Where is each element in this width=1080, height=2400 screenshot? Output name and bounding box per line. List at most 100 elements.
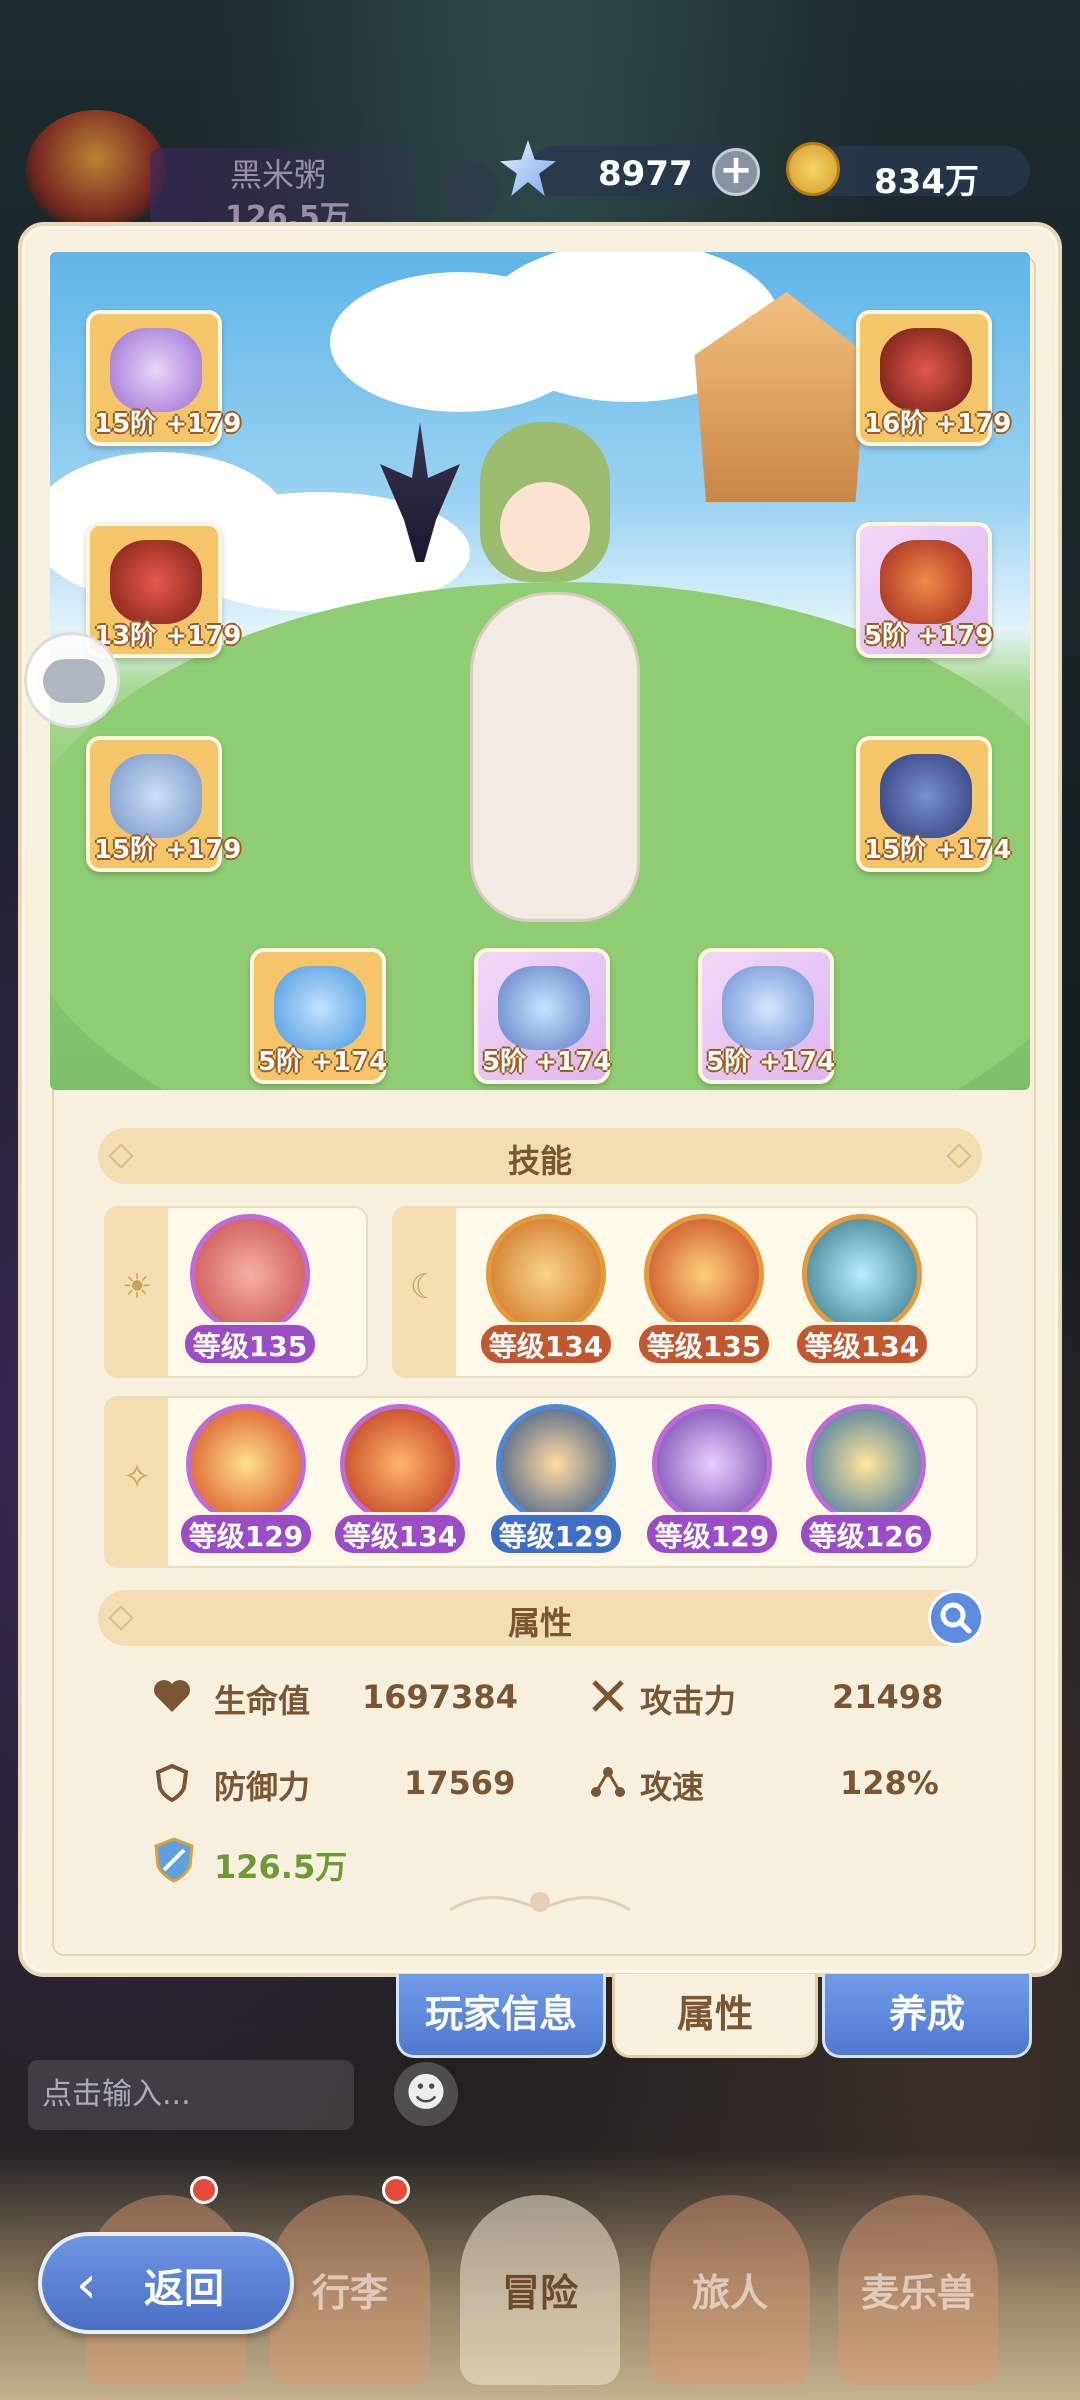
hp-label: 生命值 (214, 1682, 311, 1720)
equip-slot-amulet[interactable]: 5阶 +174 (698, 948, 836, 1084)
skill-level-badge: 等级126 (798, 1512, 934, 1556)
gloves-icon (880, 540, 972, 624)
tab-player-info[interactable]: 玩家信息 (396, 1974, 606, 2058)
speed-icon (591, 1767, 625, 1797)
skill-icon (486, 1214, 606, 1334)
sun-icon: ☀ (121, 1267, 153, 1307)
skills-header: 技能 (98, 1128, 982, 1184)
swords-icon (592, 1680, 624, 1712)
hp-value: 1697384 (362, 1678, 518, 1716)
heart-icon (154, 1680, 190, 1712)
group-tab: ☀ (106, 1208, 168, 1376)
skill-level-badge: 等级134 (478, 1322, 614, 1366)
equip-level: 5阶 +174 (706, 1047, 836, 1077)
character-body (470, 592, 640, 922)
equip-slot-belt[interactable]: 15阶 +179 (86, 736, 241, 872)
tab-cultivate[interactable]: 养成 (822, 1974, 1032, 2058)
equip-level: 15阶 +179 (94, 835, 242, 865)
power-shield-icon (154, 1837, 194, 1883)
skill-icon (340, 1404, 460, 1524)
spd-value: 128% (840, 1764, 939, 1802)
equip-slot-helmet[interactable]: 15阶 +179 (86, 310, 241, 446)
def-label: 防御力 (214, 1768, 311, 1806)
skill-group-passive: ☀ 等级135 (104, 1206, 368, 1378)
equip-slot-armor[interactable]: 13阶 +179 (86, 522, 241, 658)
ornament-icon (449, 1892, 631, 1912)
skill-slot[interactable]: 等级129 (488, 1404, 624, 1564)
skill-slot[interactable]: 等级134 (794, 1214, 930, 1374)
group-tab: ✧ (106, 1398, 168, 1566)
amulet-icon (722, 966, 814, 1050)
back-button[interactable]: ‹ 返回 (38, 2232, 294, 2334)
helmet-icon (110, 328, 202, 412)
skills-title: 技能 (507, 1142, 572, 1180)
notification-dot (382, 2176, 410, 2204)
attributes-header: 属性 (98, 1590, 982, 1646)
skill-level-badge: 等级134 (332, 1512, 468, 1556)
equip-slot-necklace[interactable]: 5阶 +174 (474, 948, 612, 1084)
character-face (500, 482, 590, 572)
attributes-title: 属性 (507, 1604, 572, 1642)
chat-icon (43, 659, 105, 703)
skill-group-ultimate: ✧ 等级129 等级134 等级129 等级129 等级126 (104, 1396, 978, 1568)
chat-input[interactable]: 点击输入... (28, 2060, 354, 2130)
skill-icon (802, 1214, 922, 1334)
back-arrow-icon: ‹ (76, 2255, 97, 2315)
skill-slot[interactable]: 等级134 (332, 1404, 468, 1564)
skill-slot[interactable]: 等级126 (798, 1404, 934, 1564)
belt-icon (110, 754, 202, 838)
equip-slot-gloves[interactable]: 5阶 +179 (856, 522, 994, 658)
crown-icon[interactable] (442, 162, 500, 220)
skill-slot[interactable]: 等级135 (636, 1214, 772, 1374)
equip-slot-mask[interactable]: 16阶 +179 (856, 310, 1011, 446)
equip-slot-boots[interactable]: 15阶 +174 (856, 736, 1011, 872)
equip-level: 15阶 +174 (864, 835, 1012, 865)
skill-group-active: ☾ 等级134 等级135 等级134 (392, 1206, 978, 1378)
notification-dot (190, 2176, 218, 2204)
skill-icon (496, 1404, 616, 1524)
gem-count: 8977 (598, 154, 693, 194)
moon-icon: ☾ (409, 1267, 441, 1307)
atk-label: 攻击力 (640, 1682, 737, 1720)
add-gems-button[interactable]: + (712, 148, 760, 196)
armor-icon (110, 540, 202, 624)
search-icon (940, 1602, 972, 1634)
skill-slot[interactable]: 等级129 (178, 1404, 314, 1564)
chat-bubble-button[interactable] (24, 632, 120, 728)
nav-label-adventure: 冒险 (501, 2271, 578, 2315)
skill-slot[interactable]: 等级129 (644, 1404, 780, 1564)
attribute-details-button[interactable] (928, 1590, 984, 1646)
shield-icon (155, 1763, 189, 1802)
skill-icon (644, 1214, 764, 1334)
equip-level: 5阶 +174 (482, 1047, 612, 1077)
def-value: 17569 (404, 1764, 516, 1802)
emoji-icon[interactable]: ☻ (394, 2062, 458, 2126)
skill-level-badge: 等级135 (636, 1322, 772, 1366)
ring-icon (274, 966, 366, 1050)
equip-slot-ring[interactable]: 5阶 +174 (250, 948, 388, 1084)
equip-level: 16阶 +179 (864, 409, 1012, 439)
equip-level: 5阶 +174 (258, 1047, 388, 1077)
skill-slot[interactable]: 等级135 (182, 1214, 318, 1374)
equip-level: 15阶 +179 (94, 409, 242, 439)
tab-attributes[interactable]: 属性 (612, 1974, 818, 2058)
skill-level-badge: 等级129 (488, 1512, 624, 1556)
mask-icon (880, 328, 972, 412)
skill-slot[interactable]: 等级134 (478, 1214, 614, 1374)
boots-icon (880, 754, 972, 838)
skill-level-badge: 等级129 (178, 1512, 314, 1556)
character (440, 422, 680, 982)
equip-level: 5阶 +179 (864, 621, 994, 651)
skill-icon (190, 1214, 310, 1334)
top-bar: 黑米粥 126.5万 8977 + 834万 (0, 110, 1080, 235)
group-tab: ☾ (394, 1208, 456, 1376)
skill-icon (806, 1404, 926, 1524)
power-value: 126.5万 (214, 1848, 348, 1886)
player-avatar[interactable] (26, 110, 166, 230)
spd-label: 攻速 (640, 1768, 705, 1806)
skill-icon (652, 1404, 772, 1524)
nav-label-luggage: 行李 (311, 2271, 388, 2315)
skill-level-badge: 等级135 (182, 1322, 318, 1366)
coin-count: 834万 (874, 162, 979, 202)
skill-level-badge: 等级129 (644, 1512, 780, 1556)
